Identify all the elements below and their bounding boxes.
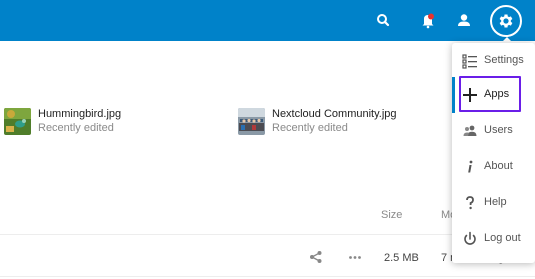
power-icon [462,231,478,247]
menu-item-help[interactable]: Help [452,185,535,221]
row-divider [0,276,535,277]
question-icon [462,195,478,211]
users-icon [462,123,478,139]
more-options-icon[interactable] [348,250,362,269]
menu-item-settings[interactable]: Settings [452,43,535,79]
file-status: Recently edited [272,122,348,134]
file-name: Hummingbird.jpg [38,108,122,120]
menu-item-label: Help [484,196,507,208]
file-name: Nextcloud Community.jpg [272,108,397,120]
settings-list-icon [462,53,478,69]
gear-icon [499,14,513,28]
notification-dot [428,13,434,20]
top-header-bar [0,0,535,41]
menu-item-label: Log out [484,232,521,244]
contacts-icon[interactable] [452,8,476,32]
file-size: 2.5 MB [384,252,419,264]
menu-item-label: Users [484,124,513,136]
share-icon[interactable] [309,250,323,269]
recent-file-card[interactable]: Hummingbird.jpg Recently edited [4,108,184,138]
apps-highlight-box [459,76,521,112]
menu-item-about[interactable]: About [452,149,535,185]
community-thumbnail [238,108,265,135]
menu-item-label: About [484,160,513,172]
menu-item-label: Settings [484,54,524,66]
info-icon [462,159,478,175]
recent-file-card[interactable]: Nextcloud Community.jpg Recently edited [238,108,438,138]
file-status: Recently edited [38,122,114,134]
bell-icon[interactable] [416,8,440,32]
menu-item-log-out[interactable]: Log out [452,221,535,257]
column-header-size[interactable]: Size [381,209,402,221]
menu-item-users[interactable]: Users [452,113,535,149]
search-icon[interactable] [371,8,395,32]
settings-menu-button[interactable] [490,5,522,37]
hummingbird-thumbnail [4,108,31,135]
